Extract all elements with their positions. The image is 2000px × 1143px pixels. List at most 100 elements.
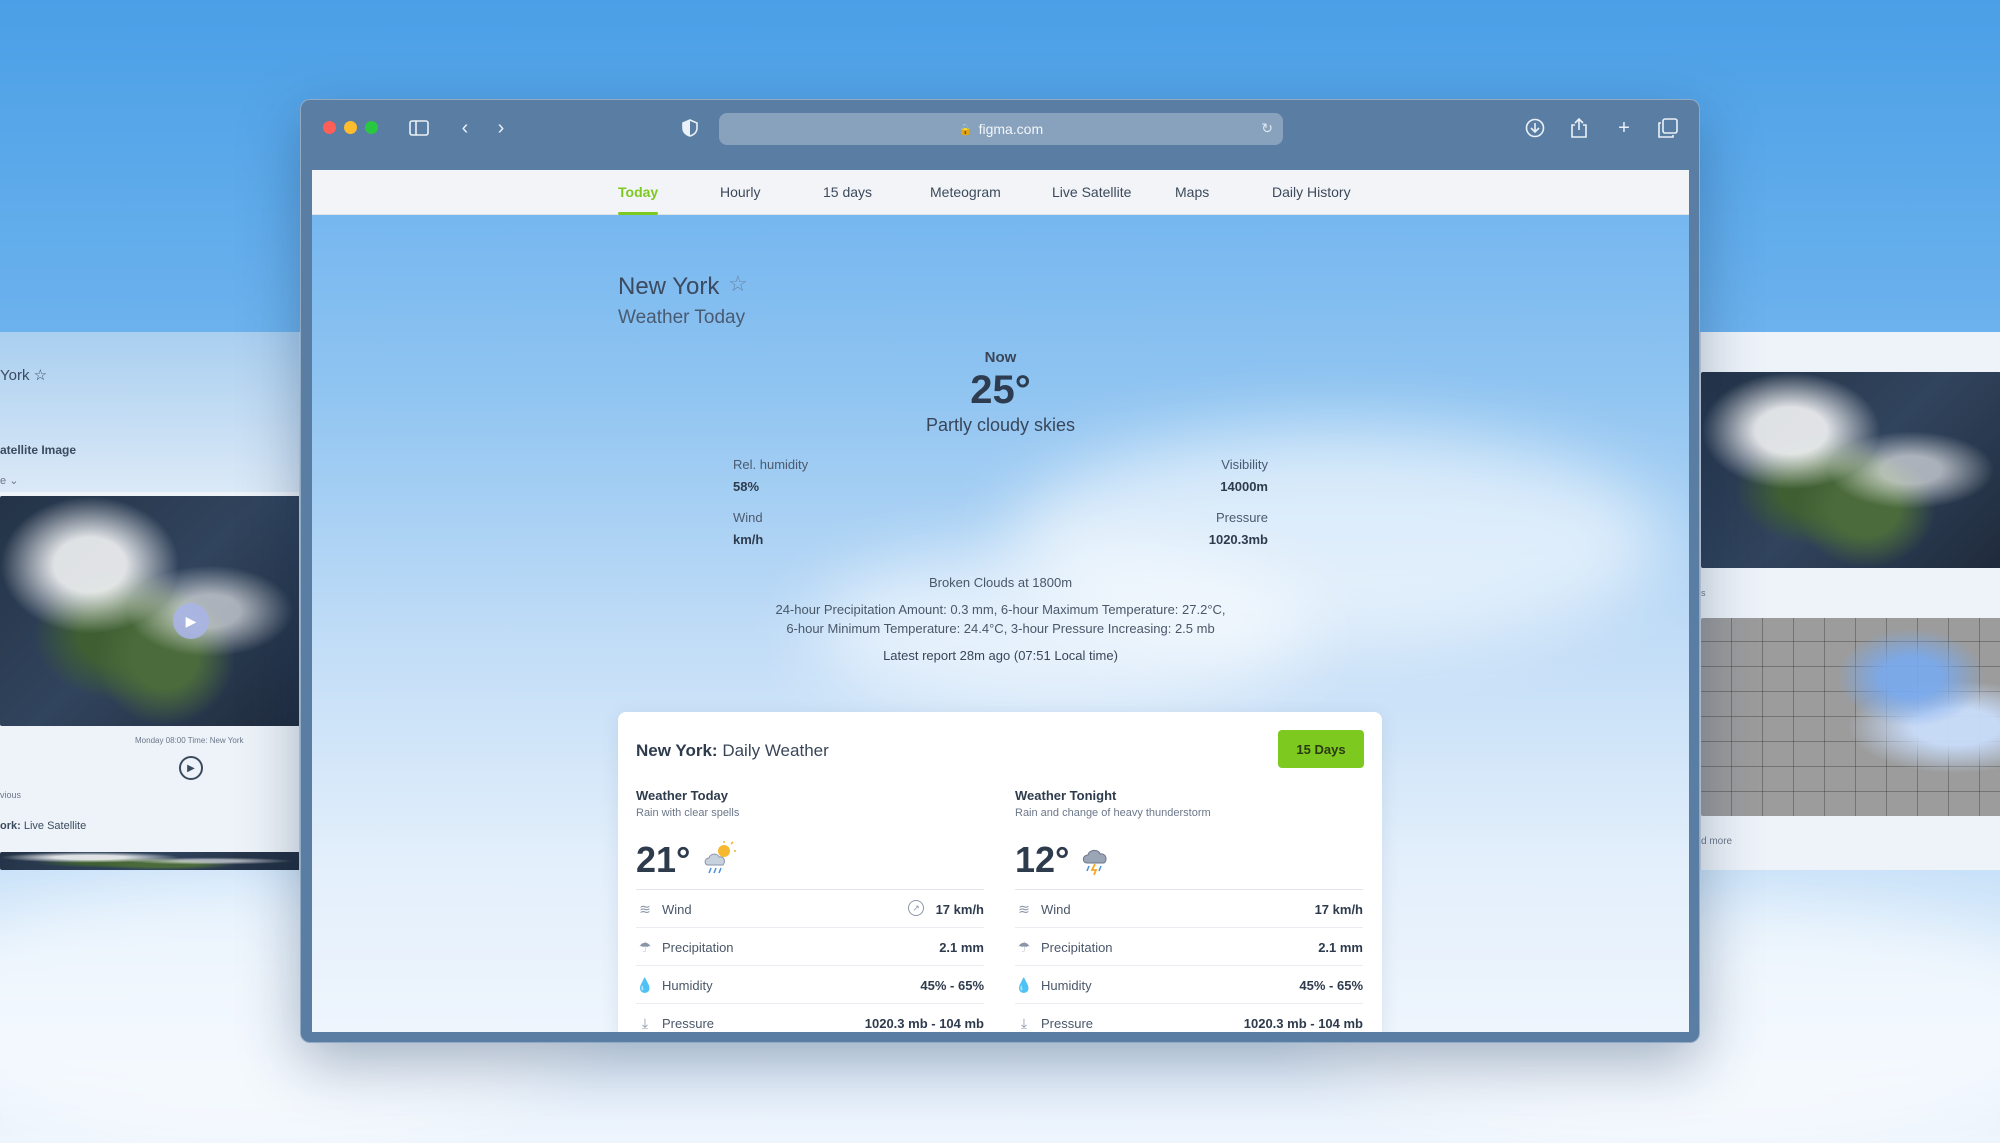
read-more-link[interactable]: d more xyxy=(1701,836,1732,847)
observation-details-1: 24-hour Precipitation Amount: 0.3 mm, 6-… xyxy=(775,602,1226,617)
active-tab-indicator xyxy=(618,212,658,215)
weather-today-subtitle: Rain with clear spells xyxy=(636,807,740,819)
new-tab-icon[interactable]: + xyxy=(1610,116,1638,140)
right-preview-panel: s d more xyxy=(1700,332,2000,870)
url-text: figma.com xyxy=(978,121,1044,137)
play-icon[interactable]: ▶ xyxy=(173,603,209,639)
privacy-shield-icon[interactable] xyxy=(676,116,704,140)
tab-hourly[interactable]: Hourly xyxy=(720,184,760,200)
tab-maps[interactable]: Maps xyxy=(1175,184,1209,200)
precipitation-map[interactable] xyxy=(1701,618,2000,816)
now-label: Now xyxy=(984,349,1017,366)
table-row: ☂ Precipitation 2.1 mm xyxy=(636,928,984,966)
tab-15-days[interactable]: 15 days xyxy=(823,184,872,200)
chevron-down-icon: ⌄ xyxy=(9,475,19,487)
wind-icon: ≋ xyxy=(1018,901,1030,917)
web-page: Today Hourly 15 days Meteogram Live Sate… xyxy=(312,170,1689,1032)
row-label: Wind xyxy=(662,902,692,917)
previous-link[interactable]: vious xyxy=(0,790,21,800)
weather-tonight-subtitle: Rain and change of heavy thunderstorm xyxy=(1015,807,1211,819)
weather-tonight-column: Weather Tonight Rain and change of heavy… xyxy=(1015,788,1363,1031)
page-subtitle: Weather Today xyxy=(618,307,746,328)
cloud-info: Broken Clouds at 1800m xyxy=(928,575,1073,590)
row-label: Humidity xyxy=(662,978,713,993)
row-value: 45% - 65% xyxy=(920,978,984,993)
table-row: ⤓ Pressure 1020.3 mb - 104 mb xyxy=(636,1004,984,1032)
right-panel-caption: s xyxy=(1701,588,1706,598)
left-panel-heading: atellite Image xyxy=(0,443,77,457)
tab-daily-history[interactable]: Daily History xyxy=(1272,184,1351,200)
weather-tonight-details: ≋ Wind 17 km/h ☂ Precipitation 2.1 mm 💧 … xyxy=(1015,889,1363,1032)
lock-icon: 🔒 xyxy=(958,123,973,136)
satellite-image[interactable] xyxy=(0,496,299,726)
row-value: 1020.3 mb - 104 mb xyxy=(864,1016,984,1031)
weather-today-column: Weather Today Rain with clear spells 21° xyxy=(636,788,984,1031)
row-label: Precipitation xyxy=(662,940,734,955)
browser-window: ‹ › 🔒 figma.com ↻ + Today Hourly 15 days… xyxy=(300,99,1700,1043)
weather-today-title: Weather Today xyxy=(636,788,728,803)
current-condition: Partly cloudy skies xyxy=(925,415,1076,435)
table-row: ≋ Wind ↗ 17 km/h xyxy=(636,890,984,928)
row-value: 17 km/h xyxy=(935,902,984,917)
weather-today-temperature: 21° xyxy=(636,839,691,880)
browser-toolbar: ‹ › 🔒 figma.com ↻ + xyxy=(301,100,1699,170)
15-days-button[interactable]: 15 Days xyxy=(1278,730,1364,768)
wind-icon: ≋ xyxy=(639,901,651,917)
row-label: Precipitation xyxy=(1041,940,1113,955)
row-label: Wind xyxy=(1041,902,1071,917)
visibility-label: Visibility xyxy=(1221,457,1268,472)
tabs-overview-icon[interactable] xyxy=(1654,116,1682,140)
sidebar-icon[interactable] xyxy=(405,116,433,140)
star-icon[interactable]: ☆ xyxy=(34,367,47,384)
tab-today[interactable]: Today xyxy=(618,184,658,200)
favorite-star-icon[interactable]: ☆ xyxy=(728,271,748,297)
minimize-window-button[interactable] xyxy=(344,121,357,134)
play-circle-icon[interactable]: ▶ xyxy=(179,756,203,780)
current-temperature: 25° xyxy=(970,368,1031,412)
weather-nav: Today Hourly 15 days Meteogram Live Sate… xyxy=(312,170,1689,215)
row-value: 1020.3 mb - 104 mb xyxy=(1243,1016,1363,1031)
weather-tonight-temperature: 12° xyxy=(1015,839,1070,880)
row-label: Humidity xyxy=(1041,978,1092,993)
left-preview-panel: York ☆ atellite Image e ⌄ ▶ Monday 08:00… xyxy=(0,332,300,870)
reload-icon[interactable]: ↻ xyxy=(1261,120,1273,137)
thunderstorm-cloud-icon xyxy=(1081,841,1115,876)
forward-icon[interactable]: › xyxy=(487,116,515,140)
satellite-image[interactable] xyxy=(1701,372,2000,568)
left-panel-select[interactable]: e ⌄ xyxy=(0,474,18,487)
latest-report: Latest report 28m ago (07:51 Local time) xyxy=(883,648,1118,663)
back-icon[interactable]: ‹ xyxy=(451,116,479,140)
tab-meteogram[interactable]: Meteogram xyxy=(930,184,1001,200)
table-row: ⤓ Pressure 1020.3 mb - 104 mb xyxy=(1015,1004,1363,1032)
row-value: 17 km/h xyxy=(1314,902,1363,917)
satellite-caption: Monday 08:00 Time: New York xyxy=(135,736,244,745)
daily-weather-card: New York: Daily Weather 15 Days Weather … xyxy=(618,712,1382,1032)
left-panel-city: York ☆ xyxy=(0,367,48,384)
wind-value: km/h xyxy=(733,532,764,547)
card-title: New York: Daily Weather xyxy=(636,741,829,760)
wind-label: Wind xyxy=(733,510,763,525)
maximize-window-button[interactable] xyxy=(365,121,378,134)
pressure-value: 1020.3mb xyxy=(1208,532,1268,547)
row-label: Pressure xyxy=(1041,1016,1094,1031)
observation-details-2: 6-hour Minimum Temperature: 24.4°C, 3-ho… xyxy=(786,621,1215,636)
close-window-button[interactable] xyxy=(323,121,336,134)
row-value: 45% - 65% xyxy=(1299,978,1363,993)
share-icon[interactable] xyxy=(1565,116,1593,140)
address-bar[interactable]: 🔒 figma.com ↻ xyxy=(719,113,1283,145)
tab-live-satellite[interactable]: Live Satellite xyxy=(1052,184,1131,200)
row-value: 2.1 mm xyxy=(939,940,984,955)
city-name: New York xyxy=(618,273,720,300)
table-row: 💧 Humidity 45% - 65% xyxy=(636,966,984,1004)
row-value: 2.1 mm xyxy=(1318,940,1363,955)
weather-tonight-title: Weather Tonight xyxy=(1015,788,1117,803)
umbrella-icon: ☂ xyxy=(638,939,652,955)
left-panel-footer: ork: Live Satellite xyxy=(0,820,87,832)
pressure-icon: ⤓ xyxy=(1020,1015,1028,1031)
droplets-icon: 💧 xyxy=(636,977,654,993)
download-icon[interactable] xyxy=(1521,116,1549,140)
weather-today-details: ≋ Wind ↗ 17 km/h ☂ Precipitation 2.1 mm … xyxy=(636,889,984,1032)
pressure-label: Pressure xyxy=(1215,510,1268,525)
droplets-icon: 💧 xyxy=(1015,977,1033,993)
table-row: 💧 Humidity 45% - 65% xyxy=(1015,966,1363,1004)
